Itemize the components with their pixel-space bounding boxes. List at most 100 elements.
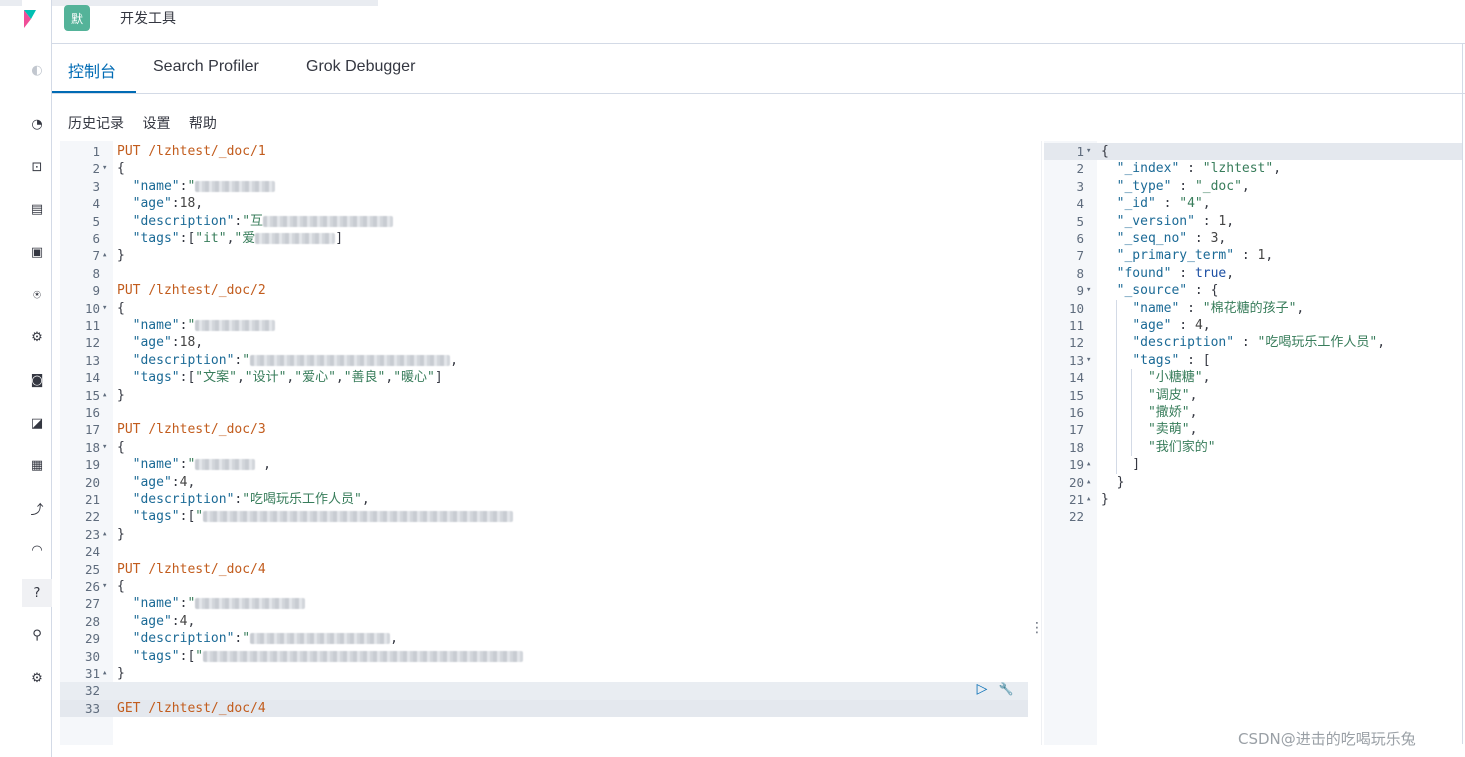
fold-toggle-icon[interactable]: ▴ <box>102 665 107 682</box>
nav-siem-icon[interactable]: ◠ <box>22 536 52 564</box>
code-text: "name":" <box>117 595 306 612</box>
token: : { <box>1187 283 1219 299</box>
fold-toggle-icon[interactable]: ▾ <box>102 578 107 595</box>
redacted-text <box>195 180 276 192</box>
token: { <box>117 579 125 594</box>
request-line: 7 ▴} <box>60 247 1028 264</box>
code-text: } <box>1101 474 1125 491</box>
nav-discover-icon[interactable]: ◔ <box>22 110 52 138</box>
response-line: 6 "_seq_no" : 3, <box>1044 230 1463 247</box>
nav-devtools-icon[interactable]: ? <box>22 579 52 607</box>
code-text: "tags" : [ <box>1101 352 1210 369</box>
token: " <box>187 178 196 194</box>
nav-canvas-icon[interactable]: ▣ <box>22 238 52 266</box>
line-number: 19 <box>1068 457 1084 473</box>
nav-logs-icon[interactable]: ◪ <box>22 409 52 437</box>
run-request-icon[interactable]: ▷ <box>974 681 990 697</box>
nav-monitoring-icon[interactable]: ⚲ <box>22 621 52 649</box>
token: " <box>187 596 196 612</box>
fold-toggle-icon[interactable]: ▴ <box>102 387 107 404</box>
token: "调皮" <box>1147 387 1190 403</box>
request-line: 15 ▴} <box>60 387 1028 404</box>
token: " <box>187 318 196 333</box>
tab-console[interactable]: 控制台 <box>68 58 116 82</box>
fold-toggle-icon[interactable]: ▾ <box>102 300 107 317</box>
nav-ml-icon[interactable]: ⚙ <box>22 323 52 351</box>
request-line: 17 PUT /lzhtest/_doc/3 <box>60 421 1028 438</box>
settings-menu-item[interactable]: 设置 <box>142 116 170 132</box>
token: , <box>187 474 196 490</box>
token: "暖心" <box>393 370 435 386</box>
line-number: 13 <box>1068 352 1084 368</box>
space-avatar[interactable]: 默 <box>64 5 90 31</box>
line-number: 27 <box>84 596 100 612</box>
token: "爱心" <box>294 370 336 386</box>
nav-apm-icon[interactable]: ▦ <box>22 451 52 479</box>
line-number: 4 <box>1076 196 1084 212</box>
token: "description" <box>132 631 235 647</box>
nav-uptime-icon[interactable]: ⤴ <box>22 494 52 522</box>
fold-toggle-icon[interactable]: ▴ <box>1086 491 1091 508</box>
request-line: 9 PUT /lzhtest/_doc/2 <box>60 282 1028 299</box>
redacted-text <box>255 233 336 244</box>
response-line: 15 "调皮", <box>1044 387 1463 404</box>
line-number: 30 <box>84 648 100 664</box>
token: 18 <box>179 335 196 351</box>
token: "age" <box>132 474 172 490</box>
resize-handle-icon[interactable]: ⋮ <box>1030 620 1044 636</box>
help-menu-item[interactable]: 帮助 <box>189 116 217 132</box>
token: , <box>255 457 271 473</box>
fold-toggle-icon[interactable]: ▾ <box>1086 282 1091 299</box>
response-line: 5 "_version" : 1, <box>1044 213 1463 230</box>
collapse-nav-icon[interactable]: ◐ <box>22 56 52 84</box>
fold-toggle-icon[interactable]: ▴ <box>1086 456 1091 473</box>
response-viewer[interactable]: 1 ▾{2 "_index" : "lzhtest", 3 "_type" : "_… <box>1044 141 1463 745</box>
code-text: ] <box>1101 456 1140 473</box>
token: :[ <box>179 231 196 246</box>
line-number: 10 <box>84 300 100 316</box>
nav-maps-icon[interactable]: ⍟ <box>22 281 52 309</box>
line-number: 1 <box>92 144 100 159</box>
fold-toggle-icon[interactable]: ▾ <box>1086 352 1091 369</box>
wrench-icon[interactable]: 🔧 <box>998 681 1014 697</box>
nav-dashboard-icon[interactable]: ▤ <box>22 195 52 223</box>
token: "age" <box>132 196 172 212</box>
fold-toggle-icon[interactable]: ▴ <box>1086 474 1091 491</box>
tab-search-profiler[interactable]: Search Profiler <box>153 58 259 76</box>
line-number: 18 <box>1068 439 1084 455</box>
tab-grok-debugger[interactable]: Grok Debugger <box>306 58 415 76</box>
nav-management-icon[interactable]: ⚙ <box>22 664 52 692</box>
fold-toggle-icon[interactable]: ▴ <box>102 526 107 543</box>
token: , <box>236 370 245 386</box>
pane-divider <box>1041 141 1042 745</box>
fold-toggle-icon[interactable]: ▾ <box>102 439 107 456</box>
token: true <box>1194 265 1227 281</box>
nav-infra-icon[interactable]: ◙ <box>22 366 52 394</box>
token: { <box>117 300 125 316</box>
response-line: 16 "撒娇", <box>1044 404 1463 421</box>
history-menu-item[interactable]: 历史记录 <box>68 116 124 132</box>
token: "_primary_term" <box>1116 248 1235 264</box>
line-number: 21 <box>84 492 100 507</box>
code-text: PUT /lzhtest/_doc/3 <box>117 421 266 438</box>
token: , <box>1202 318 1211 333</box>
token: "_type" <box>1116 178 1172 194</box>
token: : <box>1234 248 1258 264</box>
token: : <box>1194 213 1219 229</box>
nav-visualize-icon[interactable]: ⊡ <box>22 153 52 181</box>
fold-toggle-icon[interactable]: ▾ <box>1086 143 1091 160</box>
token: "description" <box>132 213 235 229</box>
elastic-logo-icon[interactable] <box>24 8 36 30</box>
line-number: 24 <box>84 544 100 560</box>
fold-toggle-icon[interactable]: ▴ <box>102 247 107 264</box>
request-editor[interactable]: 1 PUT /lzhtest/_doc/1 2 ▾{3 "name":" 4 "age"… <box>60 141 1028 745</box>
token: : <box>171 335 180 351</box>
fold-toggle-icon[interactable]: ▾ <box>102 160 107 177</box>
